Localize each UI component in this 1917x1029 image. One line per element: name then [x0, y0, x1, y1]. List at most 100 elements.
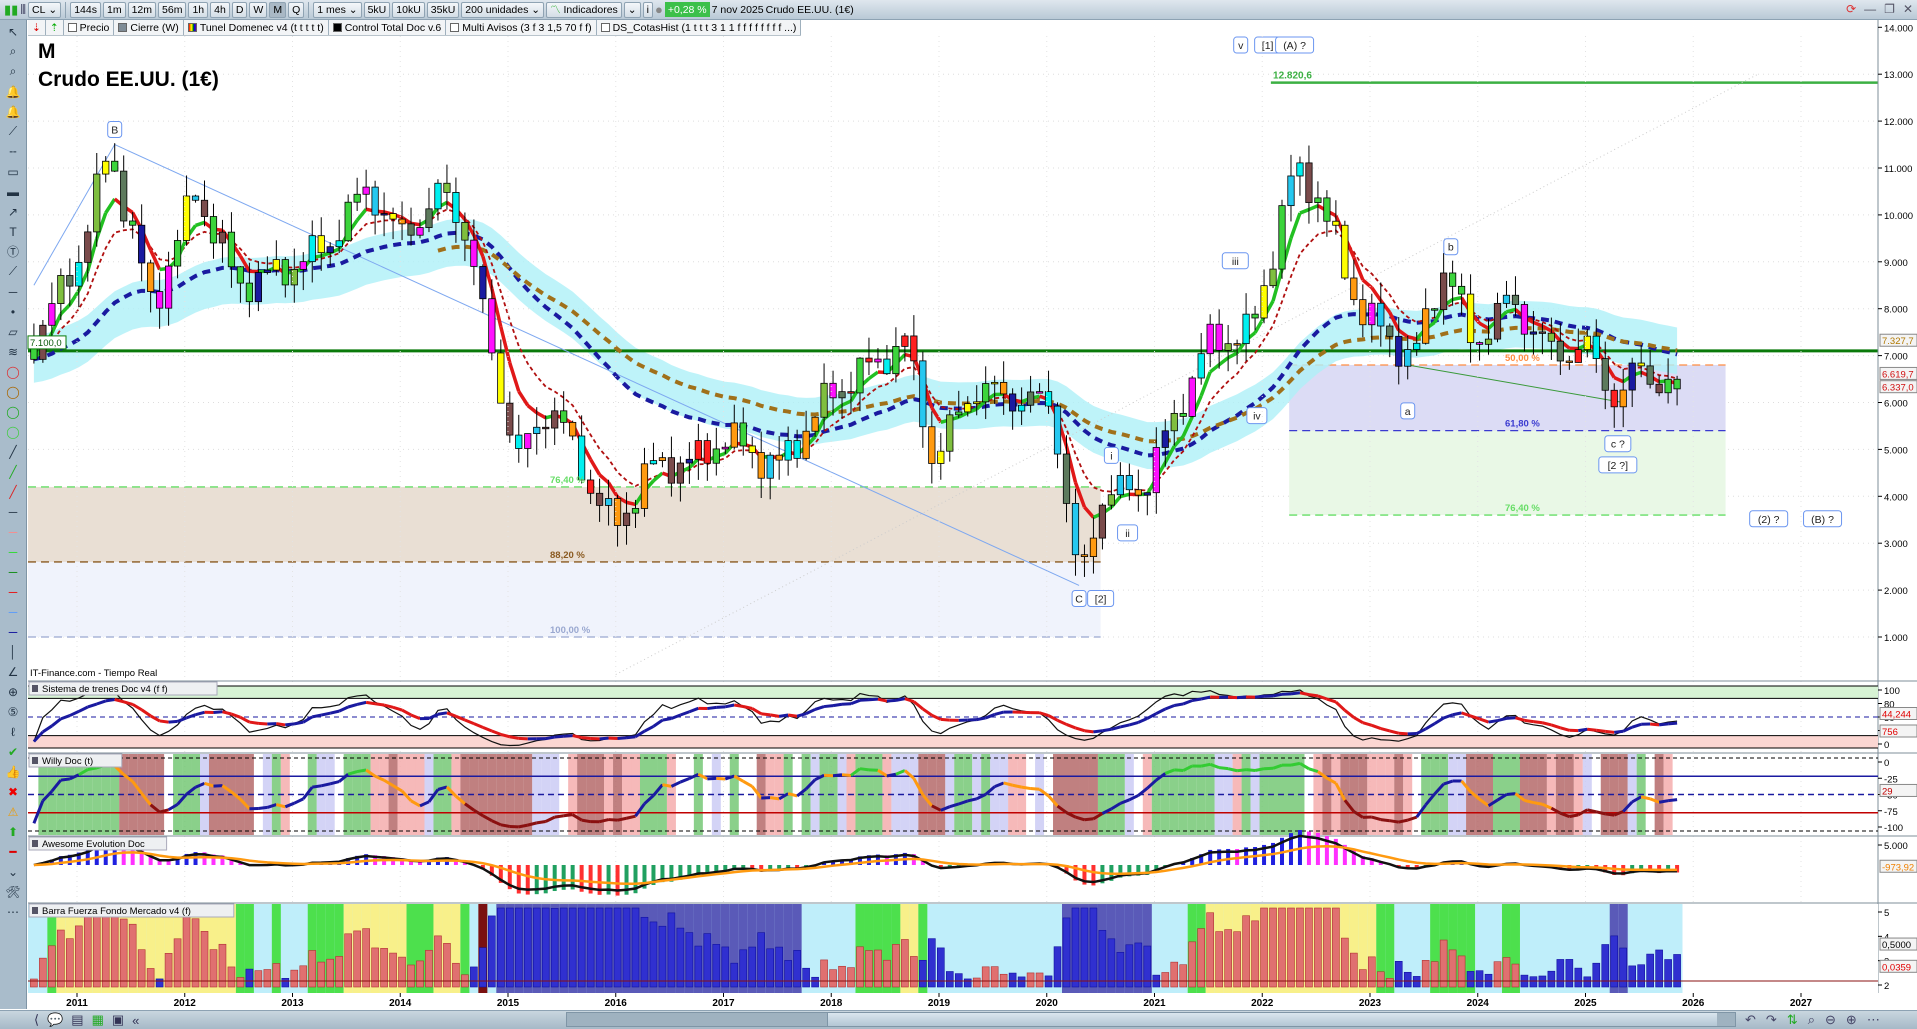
- wave-label: a: [1405, 406, 1411, 418]
- chat-icon[interactable]: 💬: [47, 1012, 63, 1028]
- candle-body: [1583, 335, 1591, 351]
- stoch-slow-segment: [904, 697, 915, 704]
- barra-bar: [532, 907, 541, 988]
- panel-tag: 0,0359: [1882, 962, 1911, 973]
- stoch-slow-segment: [581, 736, 591, 740]
- barra-bar: [1269, 907, 1277, 988]
- stoch-slow-segment: [1488, 719, 1498, 724]
- stoch-slow-segment: [276, 722, 286, 727]
- stoch-slow-segment: [311, 713, 322, 719]
- candle-body: [685, 458, 693, 464]
- ma-fast-segment: [517, 390, 530, 407]
- candle-body: [1547, 332, 1555, 342]
- share-icon[interactable]: ⟨: [34, 1012, 39, 1028]
- candle-body: [739, 422, 747, 447]
- scrollbar-thumb[interactable]: [827, 1013, 1717, 1026]
- horizontal-scrollbar[interactable]: [566, 1012, 1736, 1027]
- candle-body: [865, 357, 873, 363]
- barra-bar: [901, 939, 909, 988]
- barra-bar: [1385, 978, 1394, 988]
- willy-line-segment: [1524, 798, 1534, 805]
- high-label: 12.820,6: [1273, 71, 1312, 82]
- date-tick-label: 2017: [712, 998, 735, 1009]
- candle-body: [1269, 268, 1277, 287]
- panel-tag: 756: [1882, 727, 1898, 738]
- chart-area[interactable]: 12.820,6Bv [1] (A) ?iiiivbaiiiC [2]c ?[2 ?]…: [0, 0, 1917, 1010]
- barra-bar: [1529, 976, 1538, 988]
- willy-line-segment: [679, 777, 690, 784]
- layout-icon[interactable]: ▦: [92, 1012, 104, 1028]
- barra-bar: [155, 978, 164, 988]
- ma-fast-segment: [1289, 212, 1302, 239]
- barra-bar: [649, 921, 658, 988]
- candle-body: [991, 381, 999, 385]
- barra-bar: [829, 969, 837, 988]
- stoch-slow-segment: [1137, 717, 1148, 724]
- price-tick-label: 11.000: [1884, 164, 1912, 175]
- barra-bar: [74, 925, 83, 988]
- willy-line-segment: [60, 777, 71, 782]
- ma-fast-segment: [1308, 204, 1319, 212]
- candle-body: [658, 457, 667, 462]
- candle-body: [317, 235, 325, 254]
- zoom-in-icon[interactable]: ⊕: [1846, 1012, 1857, 1028]
- candle-body: [856, 357, 864, 394]
- stoch-slow-segment: [742, 705, 753, 710]
- candle-body: [1161, 430, 1169, 448]
- stoch-slow-segment: [1380, 727, 1391, 733]
- stoch-slow-segment: [670, 713, 681, 720]
- fib-level-label: 76,40 %: [550, 475, 585, 486]
- willy-line-segment: [1398, 818, 1409, 824]
- zoom-fit-icon[interactable]: ⌕: [1808, 1012, 1815, 1028]
- panel-title: Willy Doc (t): [42, 756, 93, 767]
- willy-line-segment: [1380, 818, 1390, 823]
- barra-bar: [1215, 931, 1223, 988]
- zoom-out-icon[interactable]: ⊖: [1825, 1012, 1836, 1028]
- barra-bar: [245, 968, 254, 988]
- barra-bar: [1179, 964, 1188, 988]
- candle-body: [102, 160, 110, 175]
- stoch-slow-segment: [716, 705, 726, 709]
- stoch-slow-segment: [1290, 691, 1301, 696]
- report-icon[interactable]: ▤: [71, 1012, 83, 1028]
- willy-line-segment: [626, 814, 636, 820]
- price-tick-label: 1.000: [1884, 633, 1908, 644]
- rewind-icon[interactable]: «: [132, 1013, 139, 1028]
- barra-bar: [1439, 939, 1448, 988]
- ma-fast-segment: [59, 303, 72, 316]
- candle-body: [93, 173, 101, 233]
- wave-label: (2) ?: [1758, 514, 1780, 526]
- stoch-slow-segment: [491, 729, 502, 736]
- compare-icon[interactable]: ▣: [112, 1012, 124, 1028]
- stoch-slow-segment: [1443, 713, 1454, 720]
- stoch-slow-segment: [545, 735, 555, 741]
- date-tick-label: 2015: [497, 998, 520, 1009]
- stoch-slow-segment: [1362, 721, 1373, 727]
- undo-icon[interactable]: ↶: [1745, 1012, 1756, 1028]
- barra-bar: [1080, 907, 1089, 988]
- candle-body: [1044, 391, 1053, 407]
- candle-body: [820, 382, 828, 418]
- date-tick-label: 2018: [820, 998, 843, 1009]
- ma-fast-segment: [598, 473, 610, 485]
- barra-bar: [1062, 917, 1071, 988]
- candle-body: [1035, 391, 1044, 394]
- autoscale-icon[interactable]: ⇅: [1787, 1012, 1798, 1028]
- willy-line-segment: [87, 766, 98, 772]
- candle-body: [299, 261, 307, 270]
- date-tick-label: 2027: [1790, 998, 1813, 1009]
- panel-axis-label: 0: [1884, 758, 1889, 769]
- stoch-slow-segment: [329, 709, 340, 715]
- more-icon[interactable]: ⋯: [1867, 1012, 1880, 1028]
- candle-body: [1278, 205, 1286, 270]
- willy-line-segment: [716, 776, 726, 781]
- candle-body: [191, 195, 200, 201]
- redo-icon[interactable]: ↷: [1766, 1012, 1777, 1028]
- willy-line-segment: [320, 782, 331, 788]
- stoch-slow-segment: [195, 710, 205, 717]
- stoch-slow-segment: [877, 697, 888, 703]
- wave-label: C: [1075, 593, 1083, 605]
- candle-body: [407, 223, 415, 236]
- candle-body: [883, 358, 891, 375]
- stoch-slow-segment: [140, 708, 152, 718]
